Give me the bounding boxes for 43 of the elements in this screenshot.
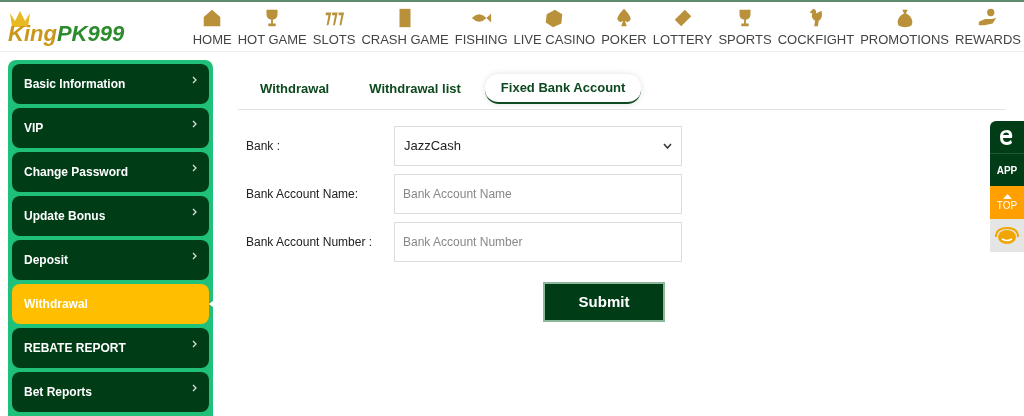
pointer-icon: [209, 300, 214, 308]
nav-link[interactable]: COCKFIGHT: [774, 7, 858, 46]
field-label: Bank Account Name:: [246, 186, 360, 203]
bank-select[interactable]: JazzCash: [394, 126, 682, 166]
sidebar-item[interactable]: Basic Information: [12, 64, 209, 104]
sidebar-item[interactable]: Update Bonus: [12, 196, 209, 236]
sidebar-item[interactable]: Bet Reports: [12, 372, 209, 412]
sidebar-item[interactable]: Change Password: [12, 152, 209, 192]
field-label: Bank Account Number :: [246, 234, 374, 251]
chevron-right-icon: [192, 252, 197, 260]
sidebar-item[interactable]: REBATE REPORT: [12, 328, 209, 368]
nav-link[interactable]: HOME: [189, 7, 235, 46]
submit-button[interactable]: Submit: [543, 282, 665, 322]
nav-link[interactable]: PROMOTIONS: [857, 7, 953, 46]
chevron-right-icon: [192, 208, 197, 216]
headset-icon: [994, 225, 1020, 246]
sidebar-item[interactable]: VIP: [12, 108, 209, 148]
tab[interactable]: Fixed Bank Account: [484, 74, 642, 104]
field-label: Bank :: [246, 138, 282, 155]
app-button[interactable]: APP: [990, 153, 1024, 186]
text-field[interactable]: Bank Account Name: [394, 174, 682, 214]
chevron-right-icon: [192, 340, 197, 348]
tab[interactable]: Withdrawal: [244, 74, 346, 104]
chevron-right-icon: [192, 76, 197, 84]
text-field[interactable]: Bank Account Number: [394, 222, 682, 262]
nav-link[interactable]: POKER: [598, 7, 650, 46]
caret-icon: [663, 143, 672, 149]
nav-link[interactable]: SPORTS: [715, 7, 775, 46]
browser-button[interactable]: [990, 121, 1024, 153]
nav-link[interactable]: SLOTS: [309, 7, 359, 46]
chevron-right-icon: [192, 120, 197, 128]
tab[interactable]: Withdrawal list: [353, 74, 477, 104]
nav-link[interactable]: FISHING: [451, 7, 511, 46]
nav-link[interactable]: CRASH GAME: [358, 7, 452, 46]
up-triangle-icon: [1002, 194, 1012, 199]
nav-link[interactable]: REWARDS: [952, 7, 1024, 46]
logo[interactable]: KingPK999: [8, 22, 125, 45]
nav-link[interactable]: LOTTERY: [649, 7, 716, 46]
chevron-right-icon: [192, 384, 197, 392]
nav-link[interactable]: LIVE CASINO: [510, 7, 599, 46]
sidebar-item[interactable]: Deposit: [12, 240, 209, 280]
chevron-right-icon: [192, 164, 197, 172]
nav-link[interactable]: HOT GAME: [234, 7, 310, 46]
